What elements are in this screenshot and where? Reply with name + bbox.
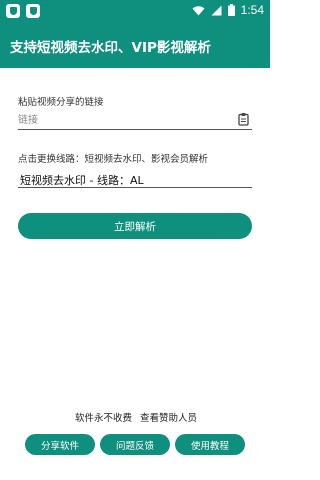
wifi-icon [192,5,205,15]
system-icons: 1:54 [192,3,264,17]
battery-icon [227,4,235,16]
clock-time: 1:54 [240,3,264,17]
parse-now-button[interactable]: 立即解析 [18,213,252,239]
route-label: 点击更换线路：短视频去水印、影视会员解析 [18,154,209,165]
link-label: 粘贴视频分享的链接 [18,97,104,108]
status-bar: 1:54 [0,0,270,22]
notification-icons [6,4,40,18]
route-selected-value: 短视频去水印 - 线路：AL [20,174,144,187]
link-input[interactable] [18,111,228,129]
feedback-button[interactable]: 问题反馈 [100,434,170,455]
view-sponsors-link[interactable]: 查看赞助人员 [140,410,197,424]
share-app-button[interactable]: 分享软件 [25,434,95,455]
route-select[interactable]: 短视频去水印 - 线路：AL [18,170,252,188]
shield-app-icon [26,4,40,18]
link-field [18,111,252,130]
free-notice: 软件永不收费 [75,413,133,424]
app-title: 支持短视频去水印、VIP影视解析 [10,40,211,56]
clipboard-icon[interactable] [238,112,250,126]
app-bar: 支持短视频去水印、VIP影视解析 [0,22,270,68]
shield-app-icon [6,4,20,18]
signal-icon [211,5,222,15]
tutorial-button[interactable]: 使用教程 [175,434,245,455]
